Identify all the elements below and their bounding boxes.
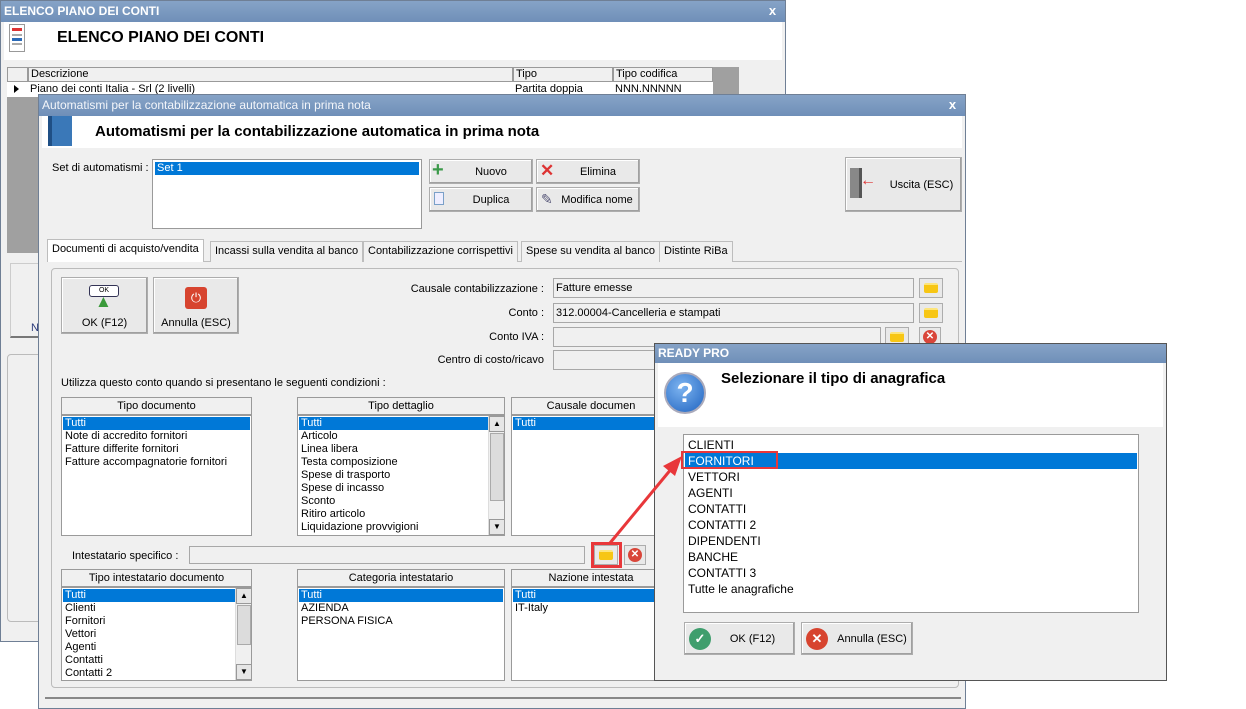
annotation-arrow bbox=[608, 456, 682, 544]
